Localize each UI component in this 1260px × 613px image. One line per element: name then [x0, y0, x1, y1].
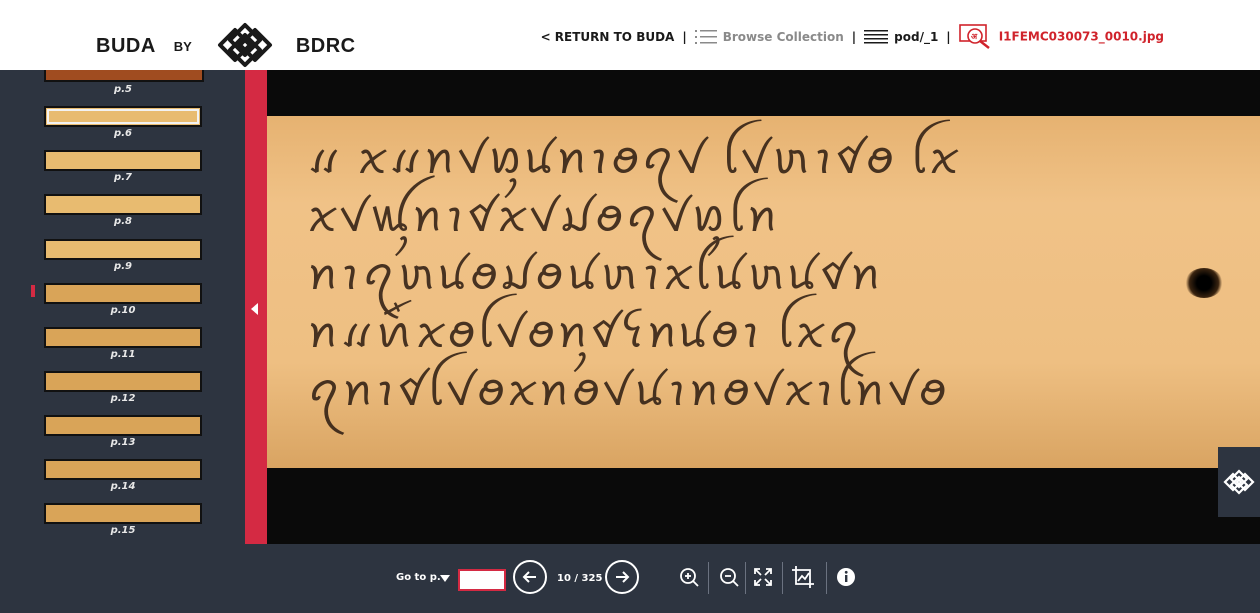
top-nav: < RETURN TO BUDA | Browse Collection | p… [541, 24, 1164, 50]
page-thumbnail[interactable] [44, 459, 202, 480]
thumbnail-previous[interactable] [44, 70, 204, 82]
toolbar-divider [826, 562, 827, 594]
page-thumbnail[interactable] [44, 327, 202, 348]
viewer-toolbar: Go to p. 10 / 325 [0, 544, 1260, 613]
zoom-in-icon[interactable] [678, 566, 700, 588]
page-label: p.6 [114, 128, 132, 139]
fullscreen-icon[interactable] [752, 566, 774, 588]
page-thumbnail[interactable] [44, 371, 202, 392]
toolbar-divider [782, 562, 783, 594]
thumbnail-sidebar[interactable]: p.5 p.6 p.7 p.8 p.9 p.10 p.11 p.12 p.13 … [0, 70, 245, 544]
current-page-marker [31, 285, 35, 297]
arrow-right-icon [616, 571, 630, 583]
zoom-out-icon[interactable] [718, 566, 740, 588]
page-label: p.14 [110, 481, 136, 492]
volume-link[interactable]: pod/_1 [864, 30, 938, 45]
caret-down-icon[interactable] [440, 575, 450, 582]
goto-label: Go to p. [396, 572, 441, 583]
nav-separator: | [682, 30, 687, 44]
file-name-label: I1FEMC030073_0010.jpg [998, 29, 1164, 44]
manuscript-script-image: ꪵ ꪎꪵꪀꪚꪭꪴꪙꪀꪱꪮꪖꪚ ꪶꪚꪬꪱꪥꪮ ꪶꪎ ꪎꪚꪡꪴꪀꪱꪥꪎꪚꪣꪮꪖꪚꪭꪴ… [307, 133, 961, 416]
arrow-left-icon [522, 571, 536, 583]
page-label: p.10 [110, 305, 136, 316]
toolbar-divider [745, 562, 746, 594]
crop-image-icon[interactable] [792, 566, 818, 588]
leaf-binding-hole [1185, 268, 1223, 298]
brand-buda: BUDA [96, 34, 156, 57]
page-label: p.11 [110, 349, 136, 360]
previous-page-button[interactable] [513, 560, 547, 594]
chevron-left-icon [251, 303, 258, 315]
endless-knot-icon [1223, 469, 1255, 495]
page-label: p.8 [114, 216, 132, 227]
file-link[interactable]: अ I1FEMC030073_0010.jpg [958, 24, 1164, 50]
page-counter: 10 / 325 [557, 573, 603, 584]
manuscript-leaf-image: ꪵ ꪎꪵꪀꪚꪭꪴꪙꪀꪱꪮꪖꪚ ꪶꪚꪬꪱꪥꪮ ꪶꪎ ꪎꪚꪡꪴꪀꪱꪥꪎꪚꪣꪮꪖꪚꪭꪴ… [267, 116, 1260, 468]
nav-separator: | [851, 30, 857, 44]
page-label: p.9 [114, 261, 132, 272]
browse-collection-link[interactable]: Browse Collection [694, 29, 844, 45]
top-header: BUDA BY BDRC < RETURN TO BUDA | Browse C… [0, 0, 1260, 70]
toolbar-divider [708, 562, 709, 594]
page-label: p.12 [110, 393, 136, 404]
page-thumbnail[interactable] [44, 194, 202, 215]
info-icon[interactable] [835, 566, 857, 588]
page-label: p.5 [114, 84, 132, 95]
page-label: p.13 [110, 437, 136, 448]
sidebar-collapse-toggle[interactable] [245, 70, 267, 544]
brand-by: BY [173, 38, 192, 54]
page-thumbnail[interactable] [44, 239, 202, 260]
page-thumbnail[interactable] [44, 415, 202, 436]
volume-label: pod/_1 [894, 29, 939, 44]
stack-icon [864, 30, 889, 44]
page-thumbnail-current[interactable] [44, 283, 202, 304]
next-page-button[interactable] [605, 560, 639, 594]
list-icon [694, 30, 717, 45]
goto-page-input[interactable] [458, 569, 506, 591]
image-search-icon: अ [958, 24, 990, 49]
image-viewer[interactable]: ꪵ ꪎꪵꪀꪚꪭꪴꪙꪀꪱꪮꪖꪚ ꪶꪚꪬꪱꪥꪮ ꪶꪎ ꪎꪚꪡꪴꪀꪱꪥꪎꪚꪣꪮꪖꪚꪭꪴ… [267, 70, 1260, 544]
buda-widget-button[interactable] [1218, 447, 1260, 517]
page-label: p.7 [114, 172, 132, 183]
brand[interactable]: BUDA BY BDRC [96, 22, 356, 70]
endless-knot-logo-icon [217, 23, 272, 67]
page-label: p.15 [110, 525, 136, 536]
browse-collection-label: Browse Collection [722, 29, 844, 44]
return-to-buda-link[interactable]: < RETURN TO BUDA [541, 30, 675, 44]
page-thumbnail[interactable] [44, 503, 202, 524]
page-thumbnail[interactable] [44, 150, 202, 171]
brand-bdrc: BDRC [295, 34, 356, 57]
svg-text:अ: अ [971, 32, 978, 41]
page-thumbnail[interactable] [44, 106, 202, 127]
nav-separator: | [946, 30, 951, 44]
